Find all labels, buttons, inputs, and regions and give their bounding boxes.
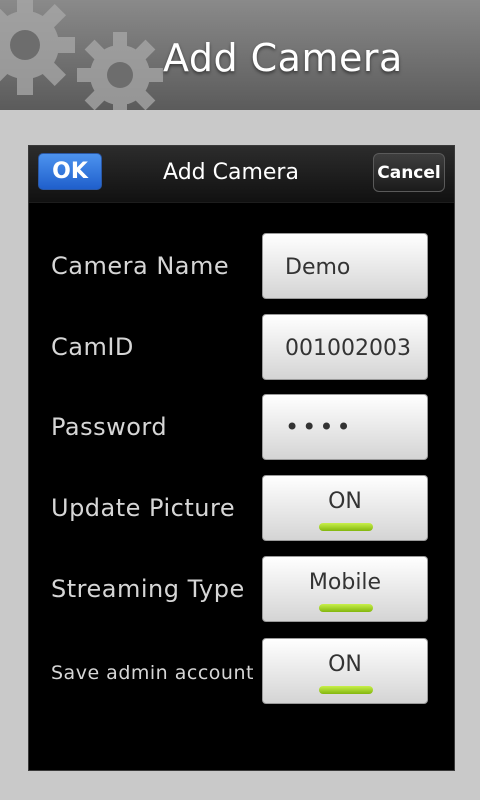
streaming-type-label: Streaming Type <box>51 575 245 603</box>
update-picture-indicator <box>319 523 373 531</box>
camid-value: 001002003 <box>285 336 411 361</box>
app-title: Add Camera <box>163 36 403 80</box>
camera-name-field[interactable]: Demo <box>262 233 428 299</box>
password-field[interactable]: •••• <box>262 394 428 460</box>
cancel-button[interactable]: Cancel <box>373 153 445 192</box>
streaming-type-indicator <box>319 604 373 612</box>
gears-icon <box>0 0 163 110</box>
save-admin-toggle[interactable]: ON <box>262 638 428 704</box>
streaming-type-selector[interactable]: Mobile <box>262 556 428 622</box>
dialog-header: OK Add Camera Cancel <box>29 146 454 203</box>
camera-name-value: Demo <box>285 255 351 280</box>
password-label: Password <box>51 413 168 441</box>
camera-name-label: Camera Name <box>51 252 230 280</box>
save-admin-value: ON <box>328 652 362 677</box>
camid-field[interactable]: 001002003 <box>262 314 428 380</box>
streaming-type-value: Mobile <box>308 570 382 595</box>
camid-label: CamID <box>51 333 134 361</box>
update-picture-label: Update Picture <box>51 494 236 522</box>
update-picture-toggle[interactable]: ON <box>262 475 428 541</box>
add-camera-dialog: OK Add Camera Cancel Camera Name Demo Ca… <box>28 145 455 771</box>
save-admin-indicator <box>319 686 373 694</box>
password-value: •••• <box>285 413 354 441</box>
app-header: Add Camera <box>0 0 480 110</box>
update-picture-value: ON <box>328 489 362 514</box>
save-admin-label: Save admin account <box>51 662 254 684</box>
